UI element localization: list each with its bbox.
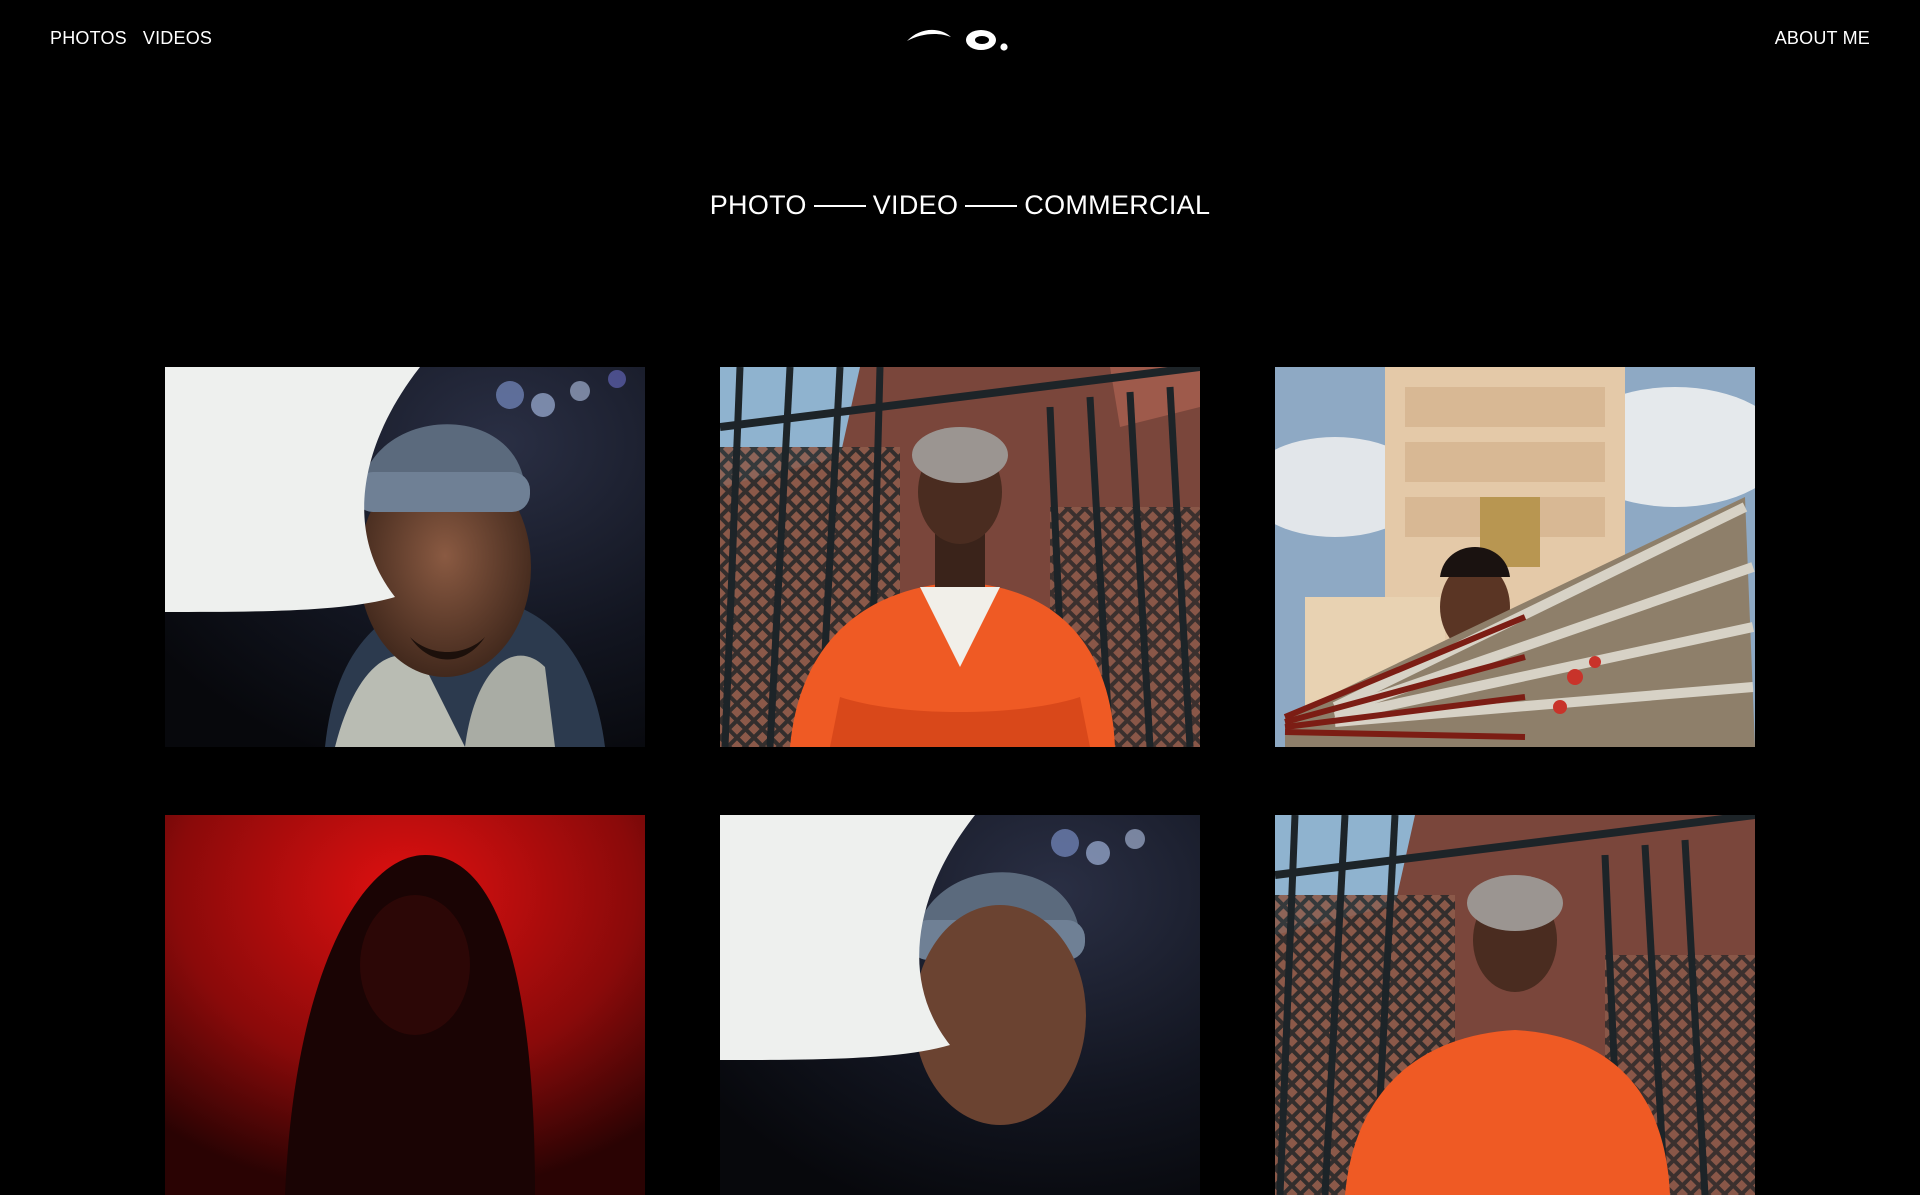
- gallery-photo-orange-jacket-portrait[interactable]: [720, 367, 1200, 747]
- gallery-photo-beanie-portrait[interactable]: [165, 367, 645, 747]
- tagline-separator: [965, 204, 1018, 207]
- services-tagline: PHOTO VIDEO COMMERCIAL: [0, 190, 1920, 221]
- photo-gallery-grid: [165, 367, 1755, 1195]
- tagline-video: VIDEO: [872, 190, 959, 220]
- top-navigation-bar: PHOTOS VIDEOS ABOUT ME: [0, 0, 1920, 80]
- gallery-photo-beanie-portrait[interactable]: [720, 815, 1200, 1195]
- tagline-separator: [813, 204, 866, 207]
- nav-videos-link[interactable]: VIDEOS: [143, 28, 212, 49]
- gallery-photo-orange-jacket-portrait[interactable]: [1275, 815, 1755, 1195]
- nav-photos-link[interactable]: PHOTOS: [50, 28, 127, 49]
- primary-nav: PHOTOS VIDEOS: [50, 28, 212, 49]
- tagline-commercial: COMMERCIAL: [1024, 190, 1211, 220]
- gallery-photo-red-hood-portrait[interactable]: [165, 815, 645, 1195]
- secondary-nav: ABOUT ME: [1775, 28, 1870, 49]
- tagline-photo: PHOTO: [709, 190, 807, 220]
- eye-logo-icon[interactable]: [905, 26, 1015, 54]
- nav-about-me-link[interactable]: ABOUT ME: [1775, 28, 1870, 48]
- gallery-photo-temple-fan-portrait[interactable]: [1275, 367, 1755, 747]
